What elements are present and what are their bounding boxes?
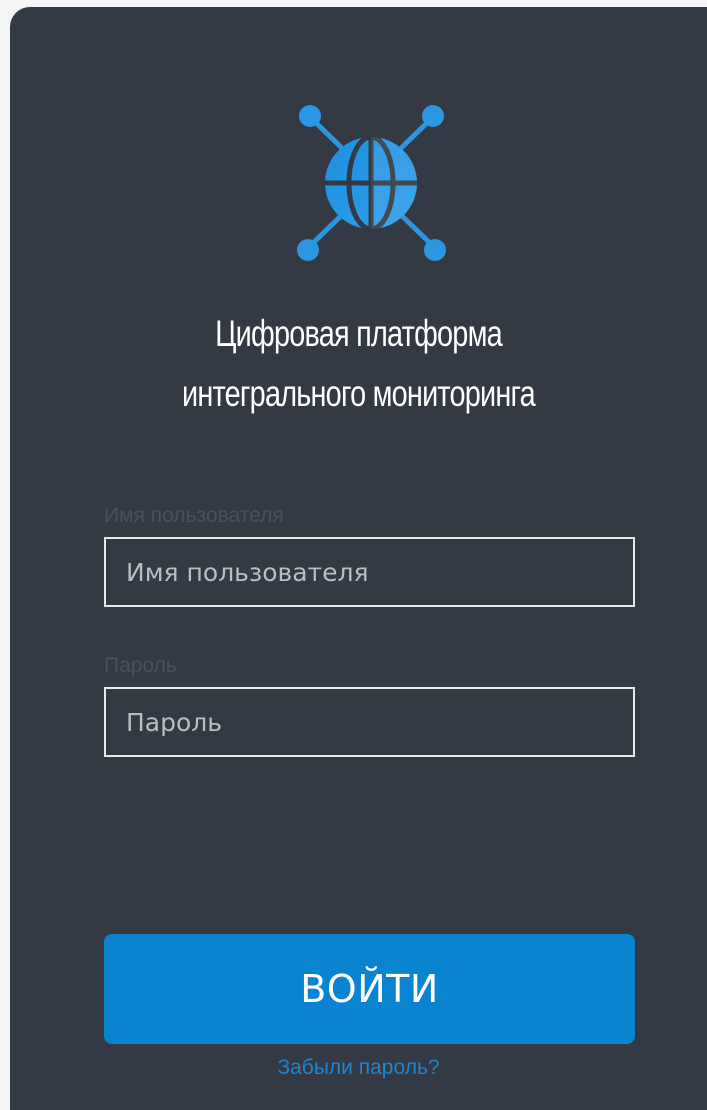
platform-title-line-1: Цифровая платформа: [215, 313, 503, 354]
password-input[interactable]: [104, 687, 635, 757]
forgot-password-link[interactable]: Забыли пароль?: [10, 1055, 707, 1081]
globe-network-icon: [297, 105, 446, 261]
password-label: Пароль: [104, 654, 177, 677]
login-card: Цифровая платформа интегрального монитор…: [10, 7, 707, 1110]
login-button[interactable]: ВОЙТИ: [104, 934, 635, 1044]
username-label: Имя пользователя: [104, 504, 284, 527]
username-input[interactable]: [104, 537, 635, 607]
platform-title-line-2: интегрального мониторинга: [182, 373, 536, 414]
